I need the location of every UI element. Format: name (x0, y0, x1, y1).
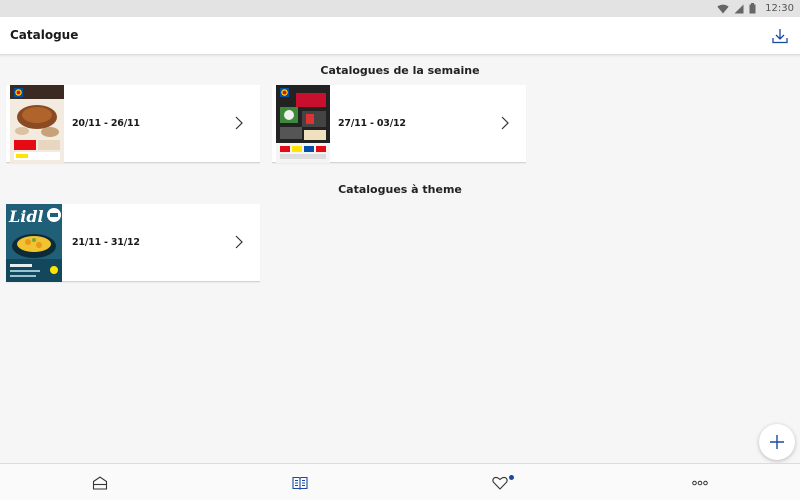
catalogue-date-range: 20/11 - 26/11 (72, 118, 140, 129)
download-icon (772, 29, 788, 44)
cover-title-text: Lidl (9, 207, 44, 226)
signal-icon (734, 4, 744, 13)
catalogue-card-weekly-2[interactable]: 27/11 - 03/12 (272, 85, 526, 163)
bottom-nav (0, 463, 800, 500)
wifi-icon (717, 4, 729, 13)
home-icon (92, 475, 108, 490)
nav-item-favorites[interactable] (400, 464, 600, 500)
status-bar: 12:30 (0, 0, 800, 17)
chevron-right-icon (235, 235, 243, 249)
section-title-weekly: Catalogues de la semaine (320, 64, 480, 77)
chevron-right-icon (501, 116, 509, 130)
app-bar: Catalogue (0, 17, 800, 55)
plus-icon (770, 435, 784, 449)
catalogue-thumbnail (276, 85, 330, 163)
add-button[interactable] (759, 424, 795, 460)
download-button[interactable] (771, 27, 789, 45)
catalogue-icon (292, 476, 308, 490)
nav-item-more[interactable] (600, 464, 800, 500)
catalogue-card-theme-1[interactable]: Lidl 21/11 - 31/12 (6, 204, 260, 282)
weekly-catalogue-cover-image (276, 85, 330, 163)
status-time: 12:30 (765, 3, 794, 14)
status-icons: 12:30 (717, 0, 794, 17)
heart-icon (492, 476, 508, 490)
catalogue-date-range: 27/11 - 03/12 (338, 118, 406, 129)
page-title: Catalogue (10, 28, 79, 42)
chevron-right-icon (235, 116, 243, 130)
nav-item-home[interactable] (0, 464, 200, 500)
battery-icon (749, 3, 756, 14)
favorites-badge (509, 475, 514, 480)
more-icon (692, 480, 708, 485)
catalogue-thumbnail: Lidl (6, 204, 62, 282)
nav-item-catalogue[interactable] (200, 464, 400, 500)
section-title-theme: Catalogues à theme (338, 183, 462, 196)
catalogue-thumbnail (10, 85, 64, 163)
catalogue-date-range: 21/11 - 31/12 (72, 237, 140, 248)
weekly-catalogue-cover-image (10, 85, 64, 163)
catalogue-card-weekly-1[interactable]: 20/11 - 26/11 (6, 85, 260, 163)
